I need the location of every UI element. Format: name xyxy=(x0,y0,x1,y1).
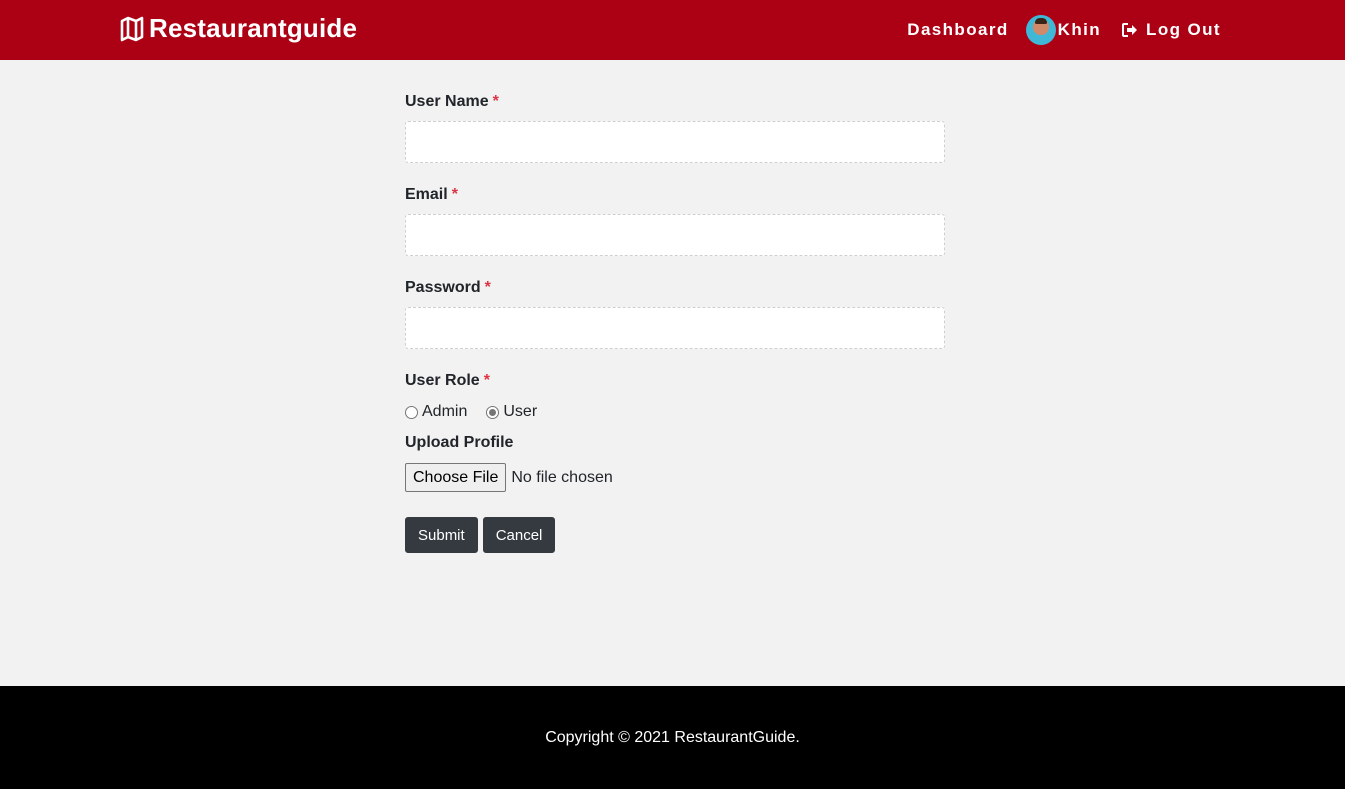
role-radio-group: Admin User xyxy=(405,402,945,422)
radio-user[interactable] xyxy=(486,405,500,419)
submit-button[interactable]: Submit xyxy=(405,517,478,553)
password-label-text: Password xyxy=(405,279,481,296)
user-form: User Name * Email * Password * User Role * A… xyxy=(405,92,945,553)
user-name: Khin xyxy=(1057,20,1102,39)
required-mark: * xyxy=(492,93,499,110)
username-input[interactable] xyxy=(405,121,945,163)
brand-link[interactable]: Restaurantguide xyxy=(120,13,357,44)
role-group: User Role * Admin User xyxy=(405,371,945,422)
email-label-text: Email xyxy=(405,186,448,203)
file-status: No file chosen xyxy=(511,468,613,486)
username-group: User Name * xyxy=(405,92,945,163)
password-input[interactable] xyxy=(405,307,945,349)
required-mark: * xyxy=(484,279,491,296)
map-icon xyxy=(120,16,144,41)
role-option-admin-label: Admin xyxy=(422,403,468,420)
footer: Copyright © 2021 RestaurantGuide. xyxy=(0,686,1345,789)
nav-dashboard-link[interactable]: Dashboard xyxy=(907,20,1008,40)
logout-link[interactable]: Log Out xyxy=(1122,20,1221,40)
email-group: Email * xyxy=(405,185,945,256)
required-mark: * xyxy=(483,372,490,389)
avatar xyxy=(1025,15,1056,45)
role-option-admin[interactable]: Admin xyxy=(405,403,467,421)
radio-admin[interactable] xyxy=(405,405,418,419)
role-label: User Role * xyxy=(405,371,945,391)
copyright-text: Copyright © 2021 RestaurantGuide. xyxy=(545,728,800,746)
role-label-text: User Role xyxy=(405,372,480,389)
logout-label: Log Out xyxy=(1146,20,1221,39)
username-label: User Name * xyxy=(405,92,945,112)
navbar: Restaurantguide Dashboard Khin Log Out xyxy=(0,0,1345,60)
role-option-user-label: User xyxy=(503,403,538,420)
choose-file-button[interactable]: Choose File xyxy=(405,463,507,492)
brand-text: Restaurantguide xyxy=(149,13,358,43)
cancel-button[interactable]: Cancel xyxy=(482,517,556,553)
email-input[interactable] xyxy=(405,214,945,256)
required-mark: * xyxy=(451,186,458,203)
form-actions: Submit Cancel xyxy=(405,517,945,553)
sign-out-icon xyxy=(1122,23,1138,37)
password-label: Password * xyxy=(405,278,945,298)
username-label-text: User Name xyxy=(405,93,489,110)
role-option-user[interactable]: User xyxy=(486,403,537,421)
nav-user-profile[interactable]: Khin xyxy=(1025,15,1102,45)
password-group: Password * xyxy=(405,278,945,349)
upload-profile-label: Upload Profile xyxy=(405,434,514,451)
file-input[interactable]: Choose File No file chosen xyxy=(405,463,945,492)
nav-menu: Dashboard Khin Log Out xyxy=(907,13,1221,47)
email-label: Email * xyxy=(405,185,945,205)
